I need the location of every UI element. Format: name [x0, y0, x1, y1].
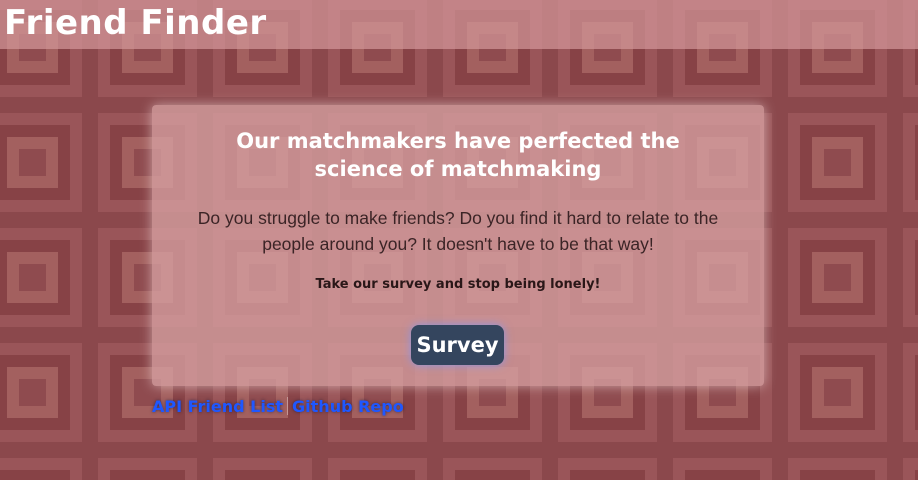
api-friend-list-link[interactable]: API Friend List: [152, 397, 283, 416]
link-divider: [287, 397, 289, 415]
call-to-action-text: Take our survey and stop being lonely!: [315, 277, 601, 292]
footer-links: API Friend List Github Repo: [152, 396, 404, 418]
site-title: Friend Finder: [4, 3, 267, 43]
card-description: Do you struggle to make friends? Do you …: [197, 208, 719, 254]
github-repo-link[interactable]: Github Repo: [292, 397, 404, 416]
intro-card: Our matchmakers have perfected the scien…: [152, 105, 764, 386]
survey-button[interactable]: Survey: [411, 325, 504, 365]
card-heading: Our matchmakers have perfected the scien…: [236, 129, 680, 181]
header-bar: Friend Finder: [0, 0, 918, 49]
